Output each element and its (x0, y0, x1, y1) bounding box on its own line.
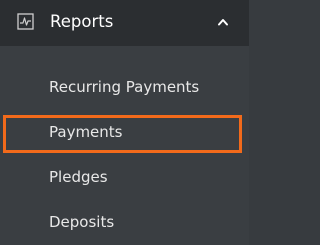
submenu-item-label: Pledges (49, 168, 108, 186)
reports-section-title: Reports (50, 12, 114, 31)
submenu-item-label: Recurring Payments (49, 78, 200, 96)
sidebar: Reports Recurring Payments Payments Pled… (0, 0, 249, 245)
submenu-item-deposits[interactable]: Deposits (0, 203, 249, 241)
submenu-item-label: Payments (49, 123, 123, 141)
chevron-up-icon[interactable] (217, 17, 229, 27)
reports-section-header[interactable]: Reports (0, 0, 249, 46)
submenu-item-pledges[interactable]: Pledges (0, 158, 249, 196)
submenu-item-payments[interactable]: Payments (0, 113, 249, 151)
activity-chart-icon (17, 13, 34, 30)
submenu-item-recurring-payments[interactable]: Recurring Payments (0, 68, 249, 106)
submenu-item-label: Deposits (49, 213, 115, 231)
